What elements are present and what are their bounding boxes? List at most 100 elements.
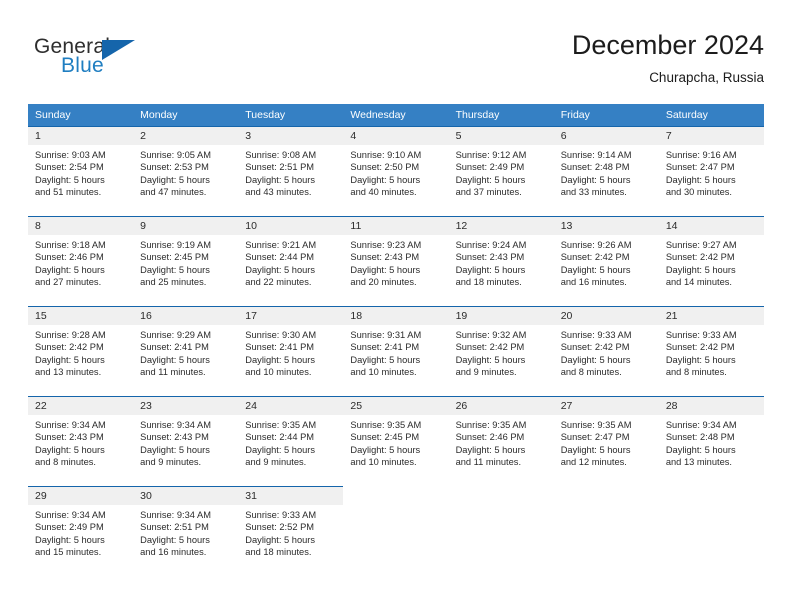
day-cell-inner: 11 Sunrise: 9:23 AM Sunset: 2:43 PM Dayl… xyxy=(343,216,449,300)
day-cell-inner: 28 Sunrise: 9:34 AM Sunset: 2:48 PM Dayl… xyxy=(658,396,764,480)
calendar-day-cell[interactable]: 29 Sunrise: 9:34 AM Sunset: 2:49 PM Dayl… xyxy=(28,486,134,576)
daylight-line2: and 15 minutes. xyxy=(35,547,102,558)
day-number: 23 xyxy=(133,397,239,415)
daylight-line1: Daylight: 5 hours xyxy=(245,534,316,545)
calendar-header-row: Sunday Monday Tuesday Wednesday Thursday… xyxy=(28,104,764,126)
day-info: Sunrise: 9:27 AM Sunset: 2:42 PM Dayligh… xyxy=(659,235,764,289)
day-info: Sunrise: 9:34 AM Sunset: 2:48 PM Dayligh… xyxy=(659,415,764,469)
day-info: Sunrise: 9:34 AM Sunset: 2:49 PM Dayligh… xyxy=(28,505,133,559)
day-number: 3 xyxy=(238,127,344,145)
day-number: 29 xyxy=(28,487,134,505)
sunset-text: Sunset: 2:42 PM xyxy=(560,252,630,263)
day-number: 1 xyxy=(28,127,134,145)
day-number-empty xyxy=(448,486,554,504)
sunrise-text: Sunrise: 9:18 AM xyxy=(35,240,106,250)
calendar-day-cell[interactable]: 27 Sunrise: 9:35 AM Sunset: 2:47 PM Dayl… xyxy=(553,396,659,486)
sunrise-text: Sunrise: 9:35 AM xyxy=(455,420,527,430)
calendar-day-cell[interactable]: 23 Sunrise: 9:34 AM Sunset: 2:43 PM Dayl… xyxy=(133,396,239,486)
sunset-text: Sunset: 2:42 PM xyxy=(455,342,525,353)
day-cell-inner: 25 Sunrise: 9:35 AM Sunset: 2:45 PM Dayl… xyxy=(343,396,449,480)
day-number: 14 xyxy=(658,217,764,235)
calendar-day-cell-empty xyxy=(553,486,659,576)
calendar-day-cell[interactable]: 12 Sunrise: 9:24 AM Sunset: 2:43 PM Dayl… xyxy=(448,216,554,306)
calendar-day-cell[interactable]: 19 Sunrise: 9:32 AM Sunset: 2:42 PM Dayl… xyxy=(448,306,554,396)
calendar-week-row: 29 Sunrise: 9:34 AM Sunset: 2:49 PM Dayl… xyxy=(28,486,764,576)
day-number: 18 xyxy=(343,307,449,325)
weekday-header-wednesday: Wednesday xyxy=(343,104,449,126)
calendar-day-cell[interactable]: 4 Sunrise: 9:10 AM Sunset: 2:50 PM Dayli… xyxy=(343,126,449,216)
day-info: Sunrise: 9:35 AM Sunset: 2:46 PM Dayligh… xyxy=(449,415,554,469)
calendar-day-cell[interactable]: 2 Sunrise: 9:05 AM Sunset: 2:53 PM Dayli… xyxy=(133,126,239,216)
calendar-day-cell[interactable]: 7 Sunrise: 9:16 AM Sunset: 2:47 PM Dayli… xyxy=(658,126,764,216)
day-number: 27 xyxy=(553,397,659,415)
sunrise-text: Sunrise: 9:05 AM xyxy=(140,150,211,160)
calendar-day-cell[interactable]: 31 Sunrise: 9:33 AM Sunset: 2:52 PM Dayl… xyxy=(238,486,344,576)
day-info: Sunrise: 9:08 AM Sunset: 2:51 PM Dayligh… xyxy=(238,145,343,199)
daylight-line1: Daylight: 5 hours xyxy=(455,264,526,275)
day-cell-inner: 7 Sunrise: 9:16 AM Sunset: 2:47 PM Dayli… xyxy=(658,126,764,210)
calendar-day-cell[interactable]: 9 Sunrise: 9:19 AM Sunset: 2:45 PM Dayli… xyxy=(133,216,239,306)
daylight-line1: Daylight: 5 hours xyxy=(35,444,105,455)
calendar-day-cell[interactable]: 17 Sunrise: 9:30 AM Sunset: 2:41 PM Dayl… xyxy=(238,306,344,396)
day-cell-inner-empty xyxy=(658,486,764,570)
day-info: Sunrise: 9:16 AM Sunset: 2:47 PM Dayligh… xyxy=(659,145,764,199)
day-info: Sunrise: 9:28 AM Sunset: 2:42 PM Dayligh… xyxy=(28,325,133,379)
sunrise-text: Sunrise: 9:03 AM xyxy=(35,150,106,160)
day-number: 12 xyxy=(448,217,554,235)
day-info: Sunrise: 9:03 AM Sunset: 2:54 PM Dayligh… xyxy=(28,145,133,199)
calendar-day-cell[interactable]: 25 Sunrise: 9:35 AM Sunset: 2:45 PM Dayl… xyxy=(343,396,449,486)
calendar-day-cell[interactable]: 14 Sunrise: 9:27 AM Sunset: 2:42 PM Dayl… xyxy=(658,216,764,306)
calendar-day-cell[interactable]: 13 Sunrise: 9:26 AM Sunset: 2:42 PM Dayl… xyxy=(553,216,659,306)
day-cell-inner: 15 Sunrise: 9:28 AM Sunset: 2:42 PM Dayl… xyxy=(28,306,134,390)
calendar-day-cell[interactable]: 5 Sunrise: 9:12 AM Sunset: 2:49 PM Dayli… xyxy=(448,126,554,216)
calendar-day-cell-empty xyxy=(343,486,449,576)
calendar-day-cell[interactable]: 22 Sunrise: 9:34 AM Sunset: 2:43 PM Dayl… xyxy=(28,396,134,486)
day-info: Sunrise: 9:14 AM Sunset: 2:48 PM Dayligh… xyxy=(554,145,659,199)
daylight-line1: Daylight: 5 hours xyxy=(665,174,736,185)
daylight-line1: Daylight: 5 hours xyxy=(140,444,210,455)
calendar-day-cell[interactable]: 6 Sunrise: 9:14 AM Sunset: 2:48 PM Dayli… xyxy=(553,126,659,216)
day-number: 31 xyxy=(238,487,344,505)
calendar-day-cell[interactable]: 1 Sunrise: 9:03 AM Sunset: 2:54 PM Dayli… xyxy=(28,126,134,216)
day-cell-inner: 14 Sunrise: 9:27 AM Sunset: 2:42 PM Dayl… xyxy=(658,216,764,300)
sunrise-text: Sunrise: 9:21 AM xyxy=(245,240,317,250)
calendar-day-cell[interactable]: 21 Sunrise: 9:33 AM Sunset: 2:42 PM Dayl… xyxy=(658,306,764,396)
daylight-line2: and 51 minutes. xyxy=(35,187,102,198)
calendar-day-cell[interactable]: 28 Sunrise: 9:34 AM Sunset: 2:48 PM Dayl… xyxy=(658,396,764,486)
day-info: Sunrise: 9:12 AM Sunset: 2:49 PM Dayligh… xyxy=(449,145,554,199)
day-cell-inner: 10 Sunrise: 9:21 AM Sunset: 2:44 PM Dayl… xyxy=(238,216,344,300)
sunrise-text: Sunrise: 9:32 AM xyxy=(455,330,527,340)
calendar-day-cell[interactable]: 18 Sunrise: 9:31 AM Sunset: 2:41 PM Dayl… xyxy=(343,306,449,396)
sunrise-text: Sunrise: 9:28 AM xyxy=(35,330,106,340)
calendar-day-cell[interactable]: 10 Sunrise: 9:21 AM Sunset: 2:44 PM Dayl… xyxy=(238,216,344,306)
calendar-day-cell[interactable]: 24 Sunrise: 9:35 AM Sunset: 2:44 PM Dayl… xyxy=(238,396,344,486)
calendar-day-cell[interactable]: 16 Sunrise: 9:29 AM Sunset: 2:41 PM Dayl… xyxy=(133,306,239,396)
daylight-line1: Daylight: 5 hours xyxy=(350,444,421,455)
calendar-day-cell[interactable]: 26 Sunrise: 9:35 AM Sunset: 2:46 PM Dayl… xyxy=(448,396,554,486)
daylight-line2: and 9 minutes. xyxy=(140,457,202,468)
calendar-day-cell[interactable]: 3 Sunrise: 9:08 AM Sunset: 2:51 PM Dayli… xyxy=(238,126,344,216)
calendar-day-cell[interactable]: 20 Sunrise: 9:33 AM Sunset: 2:42 PM Dayl… xyxy=(553,306,659,396)
day-cell-inner: 8 Sunrise: 9:18 AM Sunset: 2:46 PM Dayli… xyxy=(28,216,134,300)
calendar-day-cell[interactable]: 11 Sunrise: 9:23 AM Sunset: 2:43 PM Dayl… xyxy=(343,216,449,306)
brand-name-blue: Blue xyxy=(61,54,104,77)
calendar-day-cell[interactable]: 15 Sunrise: 9:28 AM Sunset: 2:42 PM Dayl… xyxy=(28,306,134,396)
sunset-text: Sunset: 2:42 PM xyxy=(35,342,104,353)
day-number: 25 xyxy=(343,397,449,415)
sunrise-text: Sunrise: 9:14 AM xyxy=(560,150,632,160)
sunrise-text: Sunrise: 9:12 AM xyxy=(455,150,527,160)
daylight-line1: Daylight: 5 hours xyxy=(35,264,105,275)
calendar-week-row: 8 Sunrise: 9:18 AM Sunset: 2:46 PM Dayli… xyxy=(28,216,764,306)
day-number: 20 xyxy=(553,307,659,325)
calendar-day-cell[interactable]: 8 Sunrise: 9:18 AM Sunset: 2:46 PM Dayli… xyxy=(28,216,134,306)
sunrise-text: Sunrise: 9:24 AM xyxy=(455,240,527,250)
sunrise-text: Sunrise: 9:33 AM xyxy=(245,510,317,520)
day-cell-inner: 20 Sunrise: 9:33 AM Sunset: 2:42 PM Dayl… xyxy=(553,306,659,390)
day-info: Sunrise: 9:29 AM Sunset: 2:41 PM Dayligh… xyxy=(133,325,238,379)
day-info: Sunrise: 9:33 AM Sunset: 2:52 PM Dayligh… xyxy=(238,505,343,559)
day-cell-inner: 24 Sunrise: 9:35 AM Sunset: 2:44 PM Dayl… xyxy=(238,396,344,480)
calendar-day-cell[interactable]: 30 Sunrise: 9:34 AM Sunset: 2:51 PM Dayl… xyxy=(133,486,239,576)
general-blue-logo[interactable]: General Blue xyxy=(34,36,214,88)
daylight-line1: Daylight: 5 hours xyxy=(245,174,316,185)
day-info: Sunrise: 9:21 AM Sunset: 2:44 PM Dayligh… xyxy=(238,235,343,289)
